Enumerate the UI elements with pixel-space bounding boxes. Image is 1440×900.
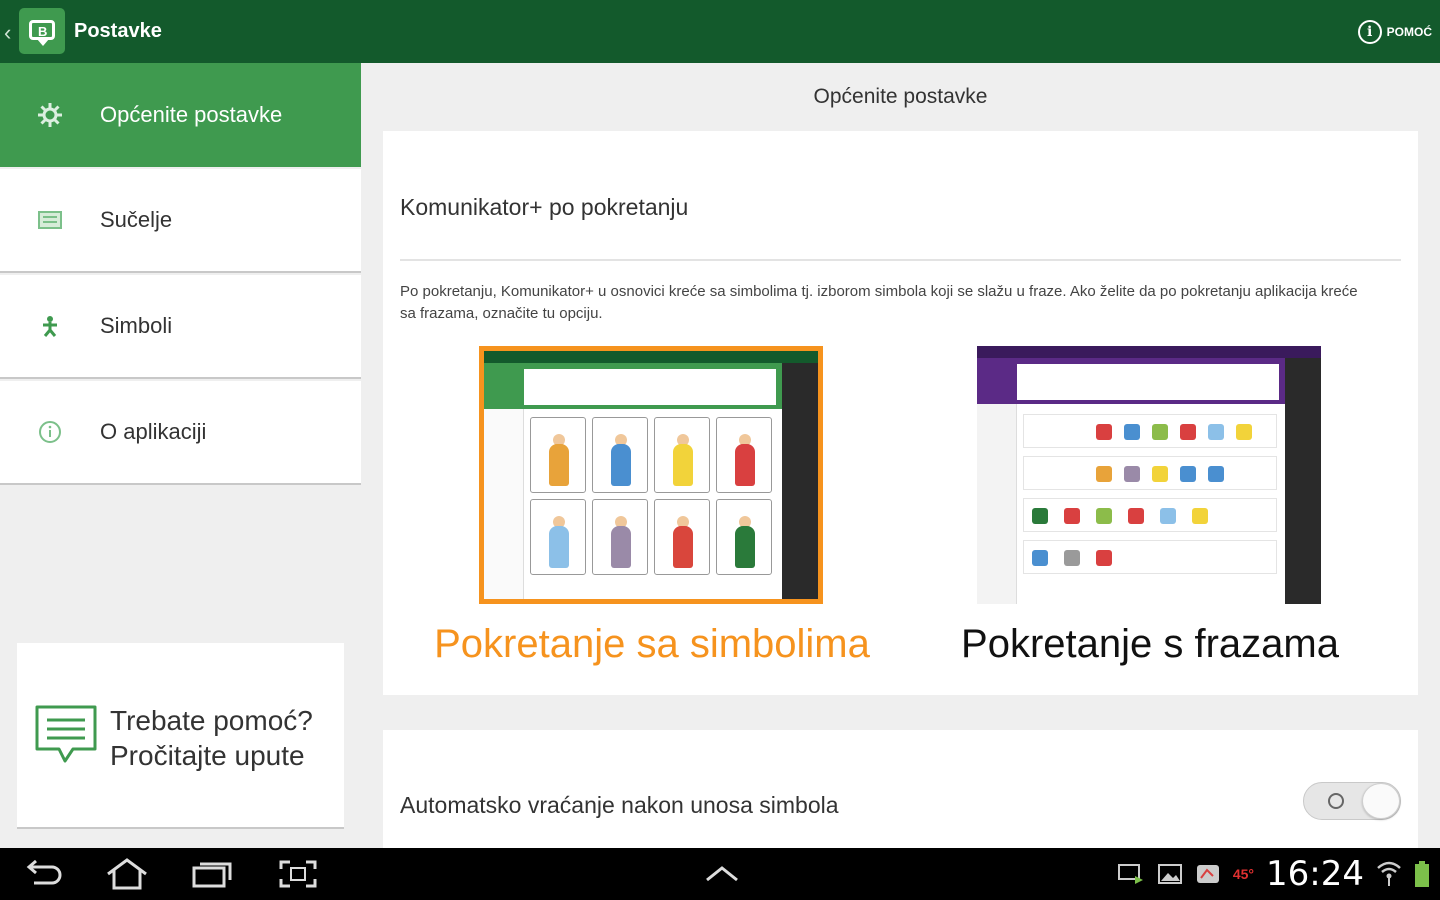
preview-symbol-tile bbox=[530, 499, 586, 575]
help-card-text: Trebate pomoć? Pročitajte upute bbox=[110, 703, 313, 773]
recent-apps-icon bbox=[192, 862, 232, 888]
recent-apps-button[interactable] bbox=[190, 856, 234, 892]
help-button[interactable]: i POMOĆ bbox=[1357, 20, 1432, 44]
chevron-up-icon bbox=[706, 866, 738, 882]
sidebar-item-label: Općenite postavke bbox=[100, 102, 283, 127]
sidebar-item-about[interactable]: O aplikaciji bbox=[0, 381, 361, 485]
home-button[interactable] bbox=[103, 856, 151, 892]
help-card[interactable]: Trebate pomoć? Pročitajte upute bbox=[17, 643, 344, 829]
preview-status-bar bbox=[484, 351, 818, 363]
section-title: Općenite postavke bbox=[813, 85, 988, 108]
preview-input bbox=[524, 369, 776, 405]
temperature-indicator: 45° bbox=[1232, 866, 1255, 882]
notification-icon bbox=[1196, 865, 1219, 883]
sidebar-item-label: O aplikaciji bbox=[100, 419, 207, 444]
action-bar: ‹ B Postavke i POMOĆ bbox=[0, 0, 1440, 63]
back-chevron-icon[interactable]: ‹ bbox=[4, 20, 11, 46]
startup-card: Komunikator+ po pokretanju Po pokretanju… bbox=[383, 131, 1418, 695]
preview-right-column bbox=[782, 363, 818, 599]
gear-icon bbox=[0, 102, 100, 128]
screenshot-icon bbox=[279, 860, 317, 888]
preview-symbol-tile bbox=[716, 499, 772, 575]
off-circle-icon bbox=[1328, 793, 1344, 809]
app-logo-icon[interactable]: B bbox=[19, 8, 65, 54]
preview-phrase-row bbox=[1023, 456, 1277, 490]
preview-symbol-tile bbox=[592, 499, 648, 575]
system-nav-bar: 45° 16:24 bbox=[0, 848, 1440, 900]
preview-symbol-tile bbox=[654, 417, 710, 493]
screenshot-button[interactable] bbox=[276, 856, 320, 892]
preview-symbol-tile bbox=[716, 417, 772, 493]
option-label: Pokretanje sa simbolima bbox=[434, 622, 870, 666]
sidebar-item-general[interactable]: Općenite postavke bbox=[0, 63, 361, 167]
sidebar-item-label: Simboli bbox=[100, 313, 173, 338]
symbols-icon bbox=[0, 315, 100, 337]
preview-right-column bbox=[1285, 358, 1321, 604]
preview-phrase-row bbox=[1023, 498, 1277, 532]
info-icon bbox=[0, 420, 100, 444]
sidebar-item-interface[interactable]: Sučelje bbox=[0, 169, 361, 273]
status-tray: 45° 16:24 bbox=[1117, 848, 1430, 900]
preview-input bbox=[1017, 364, 1279, 400]
auto-return-label: Automatsko vraćanje nakon unosa simbola bbox=[400, 792, 839, 818]
preview-phrase-row bbox=[1023, 414, 1277, 448]
wifi-icon bbox=[1377, 861, 1401, 886]
option-label: Pokretanje s frazama bbox=[961, 622, 1339, 666]
settings-sidebar: Općenite postavke Sučelje Simboli O apli… bbox=[0, 63, 361, 848]
page-title: Postavke bbox=[74, 20, 162, 42]
back-arrow-icon bbox=[26, 859, 62, 885]
info-circle-icon: i bbox=[1357, 20, 1382, 44]
logo-letter: B bbox=[38, 24, 48, 39]
preview-symbol-tile bbox=[530, 417, 586, 493]
preview-left-column bbox=[484, 409, 524, 599]
gallery-icon bbox=[1157, 864, 1182, 884]
interface-icon bbox=[0, 211, 100, 229]
back-button[interactable] bbox=[22, 856, 66, 892]
auto-return-card: Automatsko vraćanje nakon unosa simbola bbox=[383, 730, 1418, 848]
clock: 16:24 bbox=[1266, 854, 1364, 894]
startup-heading: Komunikator+ po pokretanju bbox=[400, 194, 689, 220]
phrases-preview-image[interactable] bbox=[977, 346, 1321, 604]
auto-return-toggle[interactable] bbox=[1303, 782, 1401, 820]
battery-icon bbox=[1415, 861, 1429, 887]
preview-status-bar bbox=[977, 346, 1321, 358]
settings-content: Općenite postavke Komunikator+ po pokret… bbox=[361, 63, 1440, 848]
home-icon bbox=[107, 858, 147, 890]
help-label: POMOĆ bbox=[1386, 25, 1432, 39]
preview-symbol-tile bbox=[654, 499, 710, 575]
show-panel-button[interactable] bbox=[700, 856, 744, 892]
chat-bubble-icon bbox=[33, 703, 99, 774]
preview-symbol-tile bbox=[592, 417, 648, 493]
help-card-line2: Pročitajte upute bbox=[110, 740, 305, 771]
help-card-line1: Trebate pomoć? bbox=[110, 705, 313, 736]
symbols-preview-image[interactable] bbox=[479, 346, 823, 604]
divider bbox=[400, 259, 1401, 261]
screen-mirror-icon bbox=[1117, 864, 1143, 884]
sidebar-item-label: Sučelje bbox=[100, 207, 173, 232]
toggle-knob[interactable] bbox=[1362, 783, 1400, 819]
preview-left-column bbox=[977, 404, 1017, 604]
preview-phrase-row bbox=[1023, 540, 1277, 574]
sidebar-item-symbols[interactable]: Simboli bbox=[0, 275, 361, 379]
startup-description: Po pokretanju, Komunikator+ u osnovici k… bbox=[400, 283, 1358, 322]
